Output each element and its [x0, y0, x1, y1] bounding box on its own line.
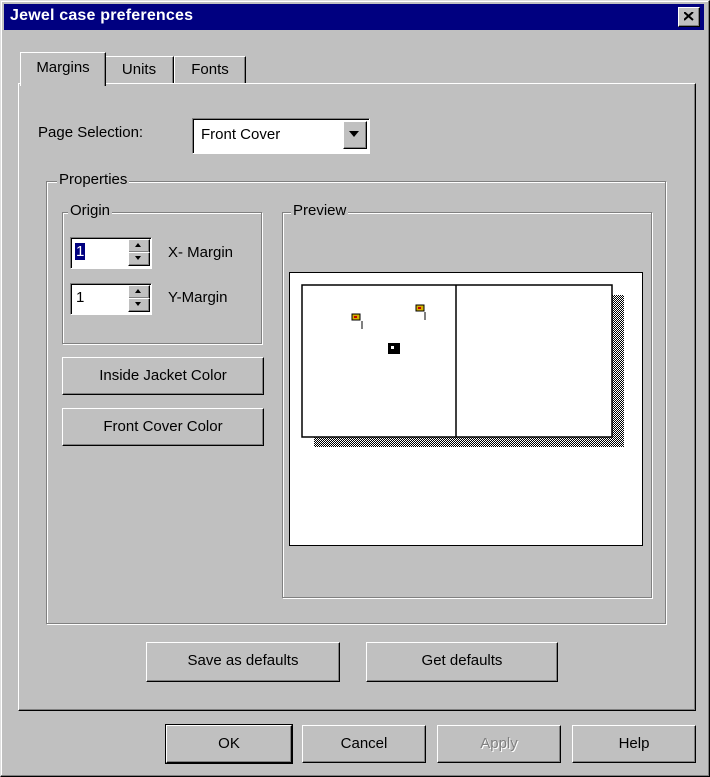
y-margin-label: Y-Margin	[168, 289, 228, 306]
tab-units[interactable]: Units	[104, 56, 174, 85]
arrow-up-icon	[135, 243, 141, 247]
inside-jacket-color-label: Inside Jacket Color	[99, 367, 227, 384]
close-icon	[684, 12, 694, 21]
apply-button: Apply	[437, 725, 561, 763]
close-button[interactable]	[678, 7, 700, 27]
x-margin-spinner[interactable]: 1	[70, 237, 152, 269]
get-defaults-label: Get defaults	[421, 652, 503, 669]
save-as-defaults-label: Save as defaults	[187, 652, 299, 669]
tab-margins[interactable]: Margins	[20, 52, 106, 86]
dropdown-arrow-button[interactable]	[343, 121, 367, 149]
y-margin-down-button[interactable]	[128, 298, 150, 312]
cancel-label: Cancel	[340, 735, 388, 752]
page-selection-dropdown[interactable]: Front Cover	[192, 118, 370, 154]
image-icon	[388, 343, 400, 354]
origin-group	[62, 212, 262, 344]
x-margin-up-button[interactable]	[128, 239, 150, 253]
jewel-case-preview	[301, 284, 624, 447]
preview-caption: Preview	[291, 202, 349, 219]
x-margin-value[interactable]: 1	[75, 243, 86, 260]
x-margin-down-button[interactable]	[128, 252, 150, 266]
front-cover-color-label: Front Cover Color	[103, 418, 223, 435]
tab-margins-label: Margins	[36, 59, 90, 76]
tab-fonts[interactable]: Fonts	[174, 56, 246, 85]
save-as-defaults-button[interactable]: Save as defaults	[146, 642, 340, 682]
window-title: Jewel case preferences	[10, 7, 194, 24]
apply-label: Apply	[480, 735, 518, 752]
ok-button[interactable]: OK	[165, 724, 293, 764]
ok-label: OK	[218, 735, 240, 752]
page-selection-value: Front Cover	[201, 126, 281, 143]
preview-canvas	[289, 272, 643, 546]
y-margin-spinner[interactable]: 1	[70, 283, 152, 315]
origin-caption: Origin	[68, 202, 113, 219]
x-margin-label: X- Margin	[168, 244, 234, 261]
page-selection-label: Page Selection:	[38, 124, 144, 141]
y-margin-up-button[interactable]	[128, 285, 150, 299]
front-cover-color-button[interactable]: Front Cover Color	[62, 408, 264, 446]
tab-units-label: Units	[121, 61, 157, 78]
cancel-button[interactable]: Cancel	[302, 725, 426, 763]
arrow-down-icon	[135, 256, 141, 260]
properties-caption: Properties	[57, 171, 130, 188]
arrow-down-icon	[135, 302, 141, 306]
arrow-up-icon	[135, 289, 141, 293]
chevron-down-icon	[349, 131, 359, 137]
inside-jacket-color-button[interactable]: Inside Jacket Color	[62, 357, 264, 395]
get-defaults-button[interactable]: Get defaults	[366, 642, 558, 682]
title-bar[interactable]: Jewel case preferences	[4, 4, 704, 30]
y-margin-value[interactable]: 1	[75, 289, 85, 306]
help-button[interactable]: Help	[572, 725, 696, 763]
help-label: Help	[618, 735, 650, 752]
tab-fonts-label: Fonts	[191, 61, 229, 78]
